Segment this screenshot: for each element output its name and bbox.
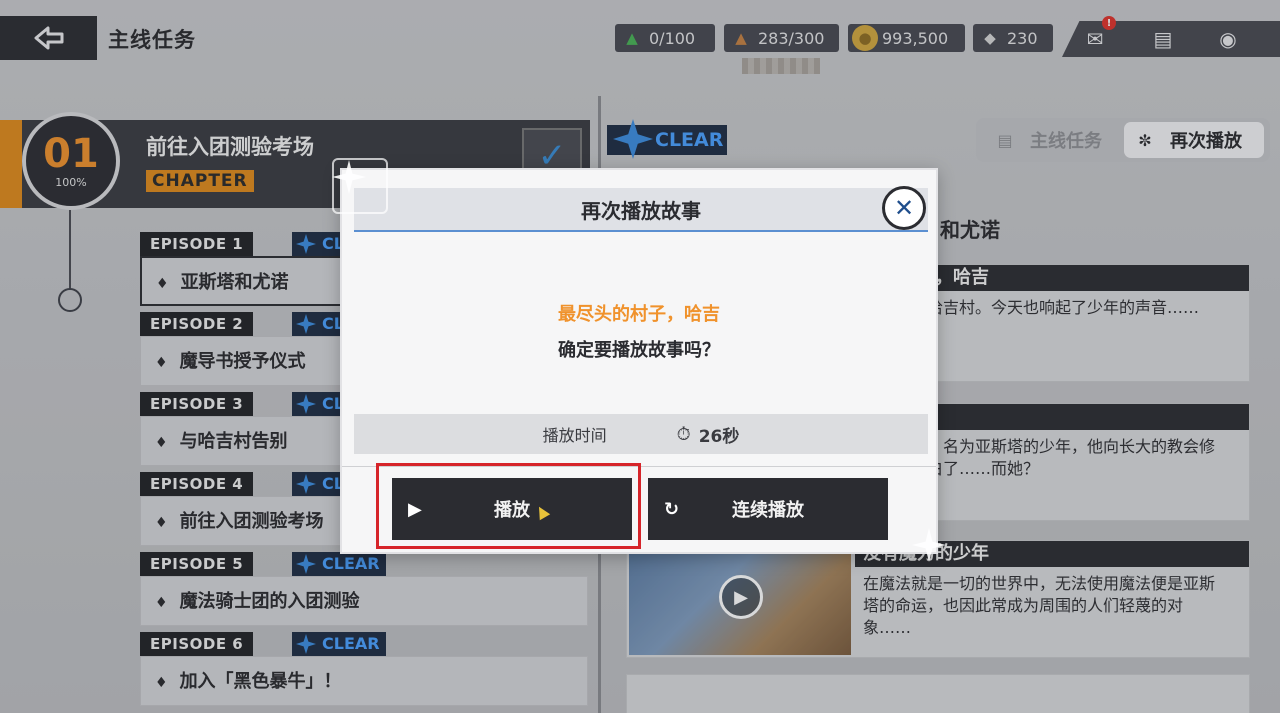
- play-time-value: 26秒: [698, 426, 740, 447]
- loop-icon: ↻: [664, 499, 680, 520]
- play-time-row: 播放时间 ⏱ 26秒: [354, 414, 928, 454]
- continuous-play-button[interactable]: ↻ 连续播放: [648, 478, 888, 540]
- dialog-title: 再次播放故事: [354, 188, 928, 232]
- play-button-highlight: [376, 463, 641, 549]
- dialog-story-name: 最尽头的村子，哈吉: [558, 304, 720, 325]
- dialog-question: 确定要播放故事吗？: [558, 340, 720, 361]
- close-icon: ✕: [893, 194, 915, 222]
- play-time-label: 播放时间: [542, 426, 607, 445]
- stopwatch-icon: ⏱: [676, 423, 691, 445]
- dialog-corner-frame: [332, 158, 388, 214]
- continuous-play-label: 连续播放: [732, 500, 804, 521]
- close-button[interactable]: ✕: [882, 186, 926, 230]
